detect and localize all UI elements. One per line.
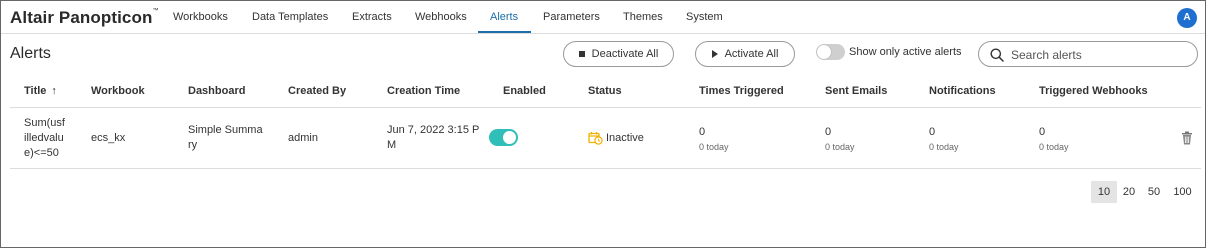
brand-logo: Altair Panopticon™	[10, 8, 159, 27]
trash-icon[interactable]	[1181, 131, 1193, 145]
cell-sent-emails: 0 0 today	[825, 126, 855, 152]
nav-item-extracts[interactable]: Extracts	[352, 11, 392, 23]
nav-item-webhooks[interactable]: Webhooks	[415, 11, 467, 23]
deactivate-all-button[interactable]: Deactivate All	[563, 41, 674, 67]
show-active-label: Show only active alerts	[849, 46, 962, 58]
activate-all-label: Activate All	[724, 48, 779, 60]
nav-item-data-templates[interactable]: Data Templates	[252, 11, 328, 23]
search-box[interactable]	[978, 41, 1198, 67]
nav-item-alerts[interactable]: Alerts	[490, 11, 518, 23]
column-header-creation-time[interactable]: Creation Time	[387, 85, 460, 97]
column-header-notifications[interactable]: Notifications	[929, 85, 996, 97]
column-header-title[interactable]: Title ↑	[24, 85, 57, 97]
column-header-times-triggered[interactable]: Times Triggered	[699, 85, 784, 97]
top-navigation-bar: Altair Panopticon™ Workbooks Data Templa…	[1, 1, 1205, 34]
stop-icon	[578, 51, 585, 57]
page-size-50[interactable]: 50	[1143, 181, 1165, 203]
cell-dashboard: Simple Summa ry	[188, 124, 263, 151]
column-header-created-by[interactable]: Created By	[288, 85, 346, 97]
play-icon	[711, 50, 718, 58]
page-title: Alerts	[10, 45, 51, 62]
column-header-status[interactable]: Status	[588, 85, 622, 97]
deactivate-all-label: Deactivate All	[591, 48, 659, 60]
toggle-knob	[817, 45, 831, 59]
nav-item-themes[interactable]: Themes	[623, 11, 663, 23]
column-header-sent-emails[interactable]: Sent Emails	[825, 85, 887, 97]
cell-title: Sum(usf illedvalu e)<=50	[24, 117, 65, 159]
cell-notifications: 0 0 today	[929, 126, 959, 152]
user-avatar[interactable]: A	[1177, 8, 1197, 28]
activate-all-button[interactable]: Activate All	[695, 41, 795, 67]
search-input[interactable]	[1011, 46, 1191, 63]
sort-ascending-icon: ↑	[51, 85, 57, 97]
cell-times-triggered: 0 0 today	[699, 126, 729, 152]
enabled-toggle[interactable]	[489, 129, 518, 146]
cell-workbook: ecs_kx	[91, 132, 126, 144]
active-tab-indicator	[478, 31, 531, 33]
column-header-enabled[interactable]: Enabled	[503, 85, 546, 97]
page-size-20[interactable]: 20	[1118, 181, 1140, 203]
header-divider	[10, 107, 1201, 108]
column-header-workbook[interactable]: Workbook	[91, 85, 145, 97]
cell-created-by: admin	[288, 132, 318, 144]
calendar-clock-icon	[588, 132, 603, 145]
search-icon	[990, 48, 1004, 62]
show-active-toggle[interactable]	[816, 44, 845, 60]
page-size-100[interactable]: 100	[1168, 181, 1197, 203]
toggle-knob	[503, 131, 516, 144]
cell-triggered-webhooks: 0 0 today	[1039, 126, 1069, 152]
column-header-dashboard[interactable]: Dashboard	[188, 85, 245, 97]
page-size-10[interactable]: 10	[1091, 181, 1117, 203]
nav-item-system[interactable]: System	[686, 11, 723, 23]
row-divider	[10, 168, 1201, 169]
status-badge: Inactive	[588, 131, 644, 145]
status-text: Inactive	[606, 132, 644, 144]
nav-item-parameters[interactable]: Parameters	[543, 11, 600, 23]
column-header-triggered-webhooks[interactable]: Triggered Webhooks	[1039, 85, 1148, 97]
cell-creation-time: Jun 7, 2022 3:15 P M	[387, 124, 480, 151]
nav-item-workbooks[interactable]: Workbooks	[173, 11, 228, 23]
